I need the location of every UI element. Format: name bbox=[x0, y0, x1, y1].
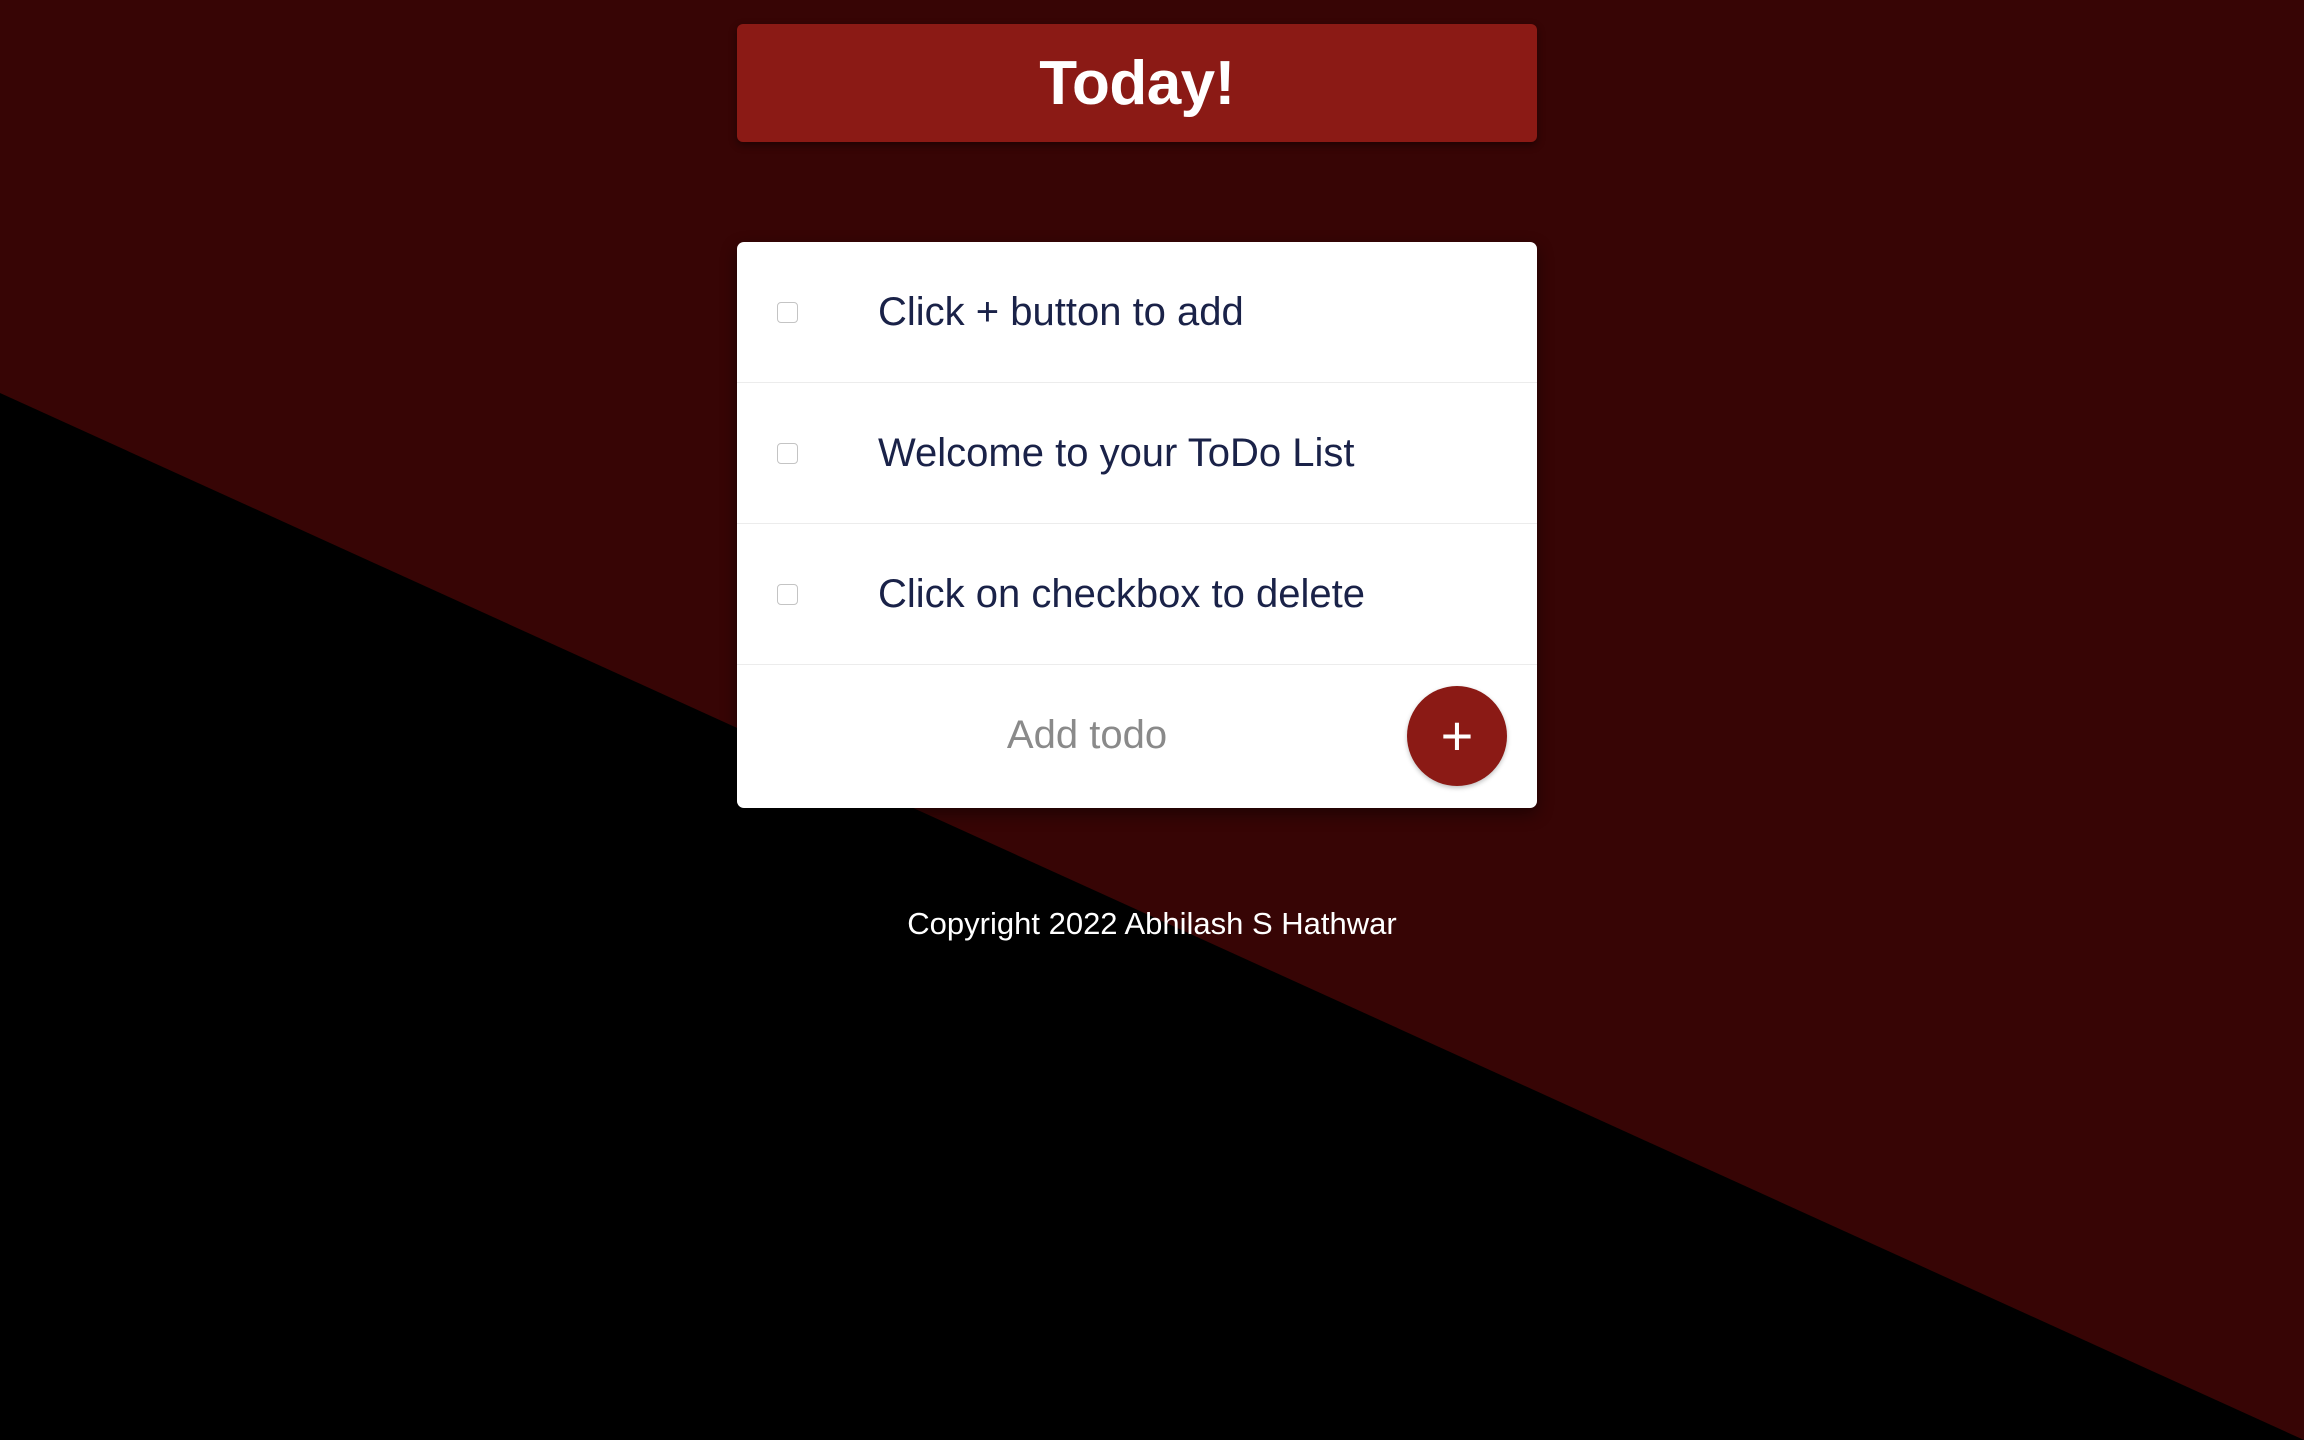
app-header: Today! bbox=[737, 24, 1537, 142]
todo-text: Welcome to your ToDo List bbox=[878, 430, 1355, 475]
todo-checkbox[interactable] bbox=[777, 442, 798, 464]
todo-item: Click + button to add bbox=[737, 242, 1537, 383]
todo-item: Welcome to your ToDo List bbox=[737, 383, 1537, 524]
todo-checkbox[interactable] bbox=[777, 301, 798, 323]
todo-item: Click on checkbox to delete bbox=[737, 524, 1537, 665]
add-todo-button[interactable]: + bbox=[1407, 686, 1507, 786]
footer-copyright: Copyright 2022 Abhilash S Hathwar bbox=[907, 906, 1397, 941]
page-title: Today! bbox=[1039, 48, 1235, 118]
add-todo-form: + bbox=[737, 665, 1537, 806]
todo-checkbox[interactable] bbox=[777, 583, 798, 605]
todo-card: Click + button to add Welcome to your To… bbox=[737, 242, 1537, 808]
todo-text: Click + button to add bbox=[878, 289, 1244, 334]
add-todo-input[interactable] bbox=[737, 700, 1437, 771]
todo-text: Click on checkbox to delete bbox=[878, 571, 1365, 616]
